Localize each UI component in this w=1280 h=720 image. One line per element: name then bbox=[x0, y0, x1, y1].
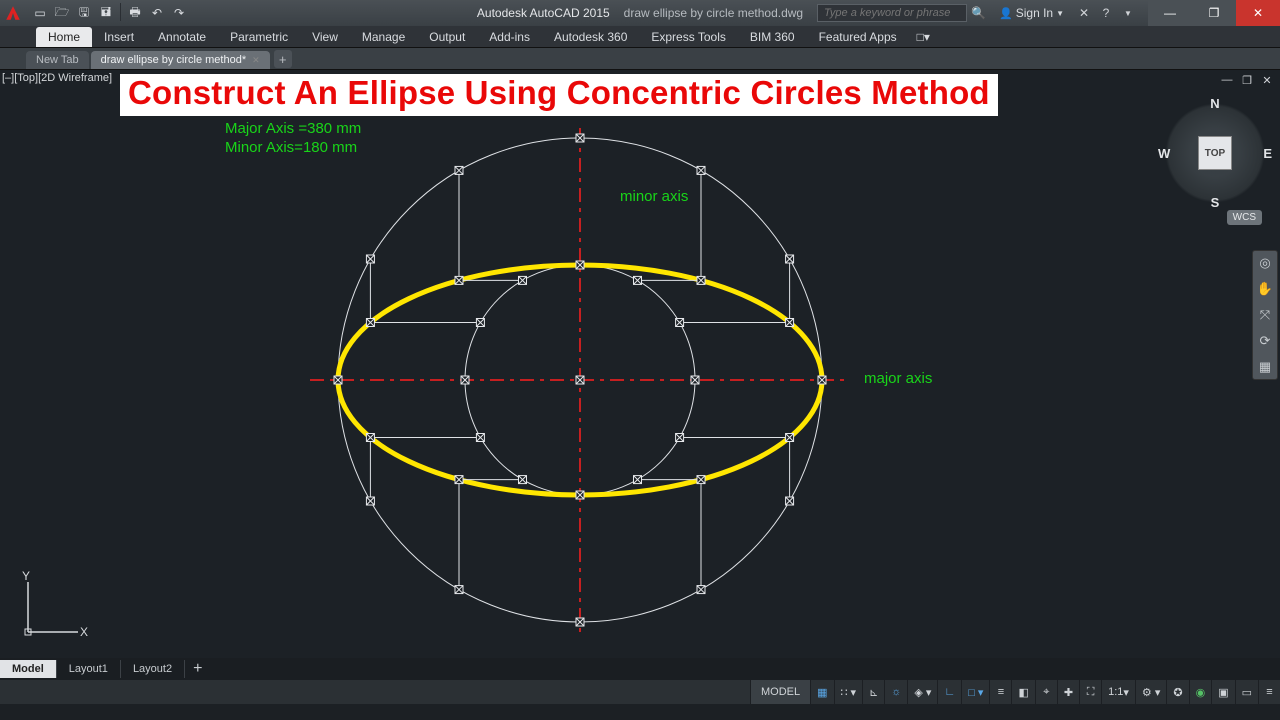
tab-addins[interactable]: Add-ins bbox=[477, 27, 542, 47]
tab-featuredapps[interactable]: Featured Apps bbox=[807, 27, 909, 47]
doc-tab-label: draw ellipse by circle method* bbox=[101, 54, 247, 66]
layout-tabs: Model Layout1 Layout2 + bbox=[0, 658, 1280, 680]
redo-icon[interactable]: ↷ bbox=[169, 3, 189, 23]
viewcube-face[interactable]: TOP bbox=[1198, 136, 1232, 170]
add-layout-button[interactable]: + bbox=[185, 657, 210, 680]
showmotion-icon[interactable]: ▦ bbox=[1259, 359, 1271, 375]
signin-button[interactable]: 👤 Sign In ▼ bbox=[993, 6, 1070, 20]
tab-expresstools[interactable]: Express Tools bbox=[639, 27, 737, 47]
sb-workspace-icon[interactable]: ✪ bbox=[1166, 680, 1188, 704]
minimize-button[interactable]: — bbox=[1148, 0, 1192, 26]
tab-parametric[interactable]: Parametric bbox=[218, 27, 300, 47]
doc-tab-newtab[interactable]: New Tab bbox=[26, 51, 89, 69]
viewcube-north[interactable]: N bbox=[1210, 96, 1219, 111]
sb-otrack-icon[interactable]: □ ▾ bbox=[961, 680, 989, 704]
search-icon[interactable]: 🔍 bbox=[971, 6, 993, 20]
sb-modelspace[interactable]: MODEL bbox=[750, 680, 810, 704]
tab-home[interactable]: Home bbox=[36, 27, 92, 47]
open-icon[interactable]: 🗁 bbox=[52, 3, 72, 23]
svg-text:X: X bbox=[80, 625, 88, 639]
window-title: Autodesk AutoCAD 2015 draw ellipse by ci… bbox=[477, 6, 803, 20]
tab-bim360[interactable]: BIM 360 bbox=[738, 27, 807, 47]
document-tabs: New Tab draw ellipse by circle method* ✕… bbox=[0, 48, 1280, 70]
ucs-icon: X Y bbox=[18, 572, 88, 642]
window-controls: — ❐ ✕ bbox=[1148, 0, 1280, 26]
tab-autodesk360[interactable]: Autodesk 360 bbox=[542, 27, 639, 47]
close-icon[interactable]: ✕ bbox=[252, 55, 260, 66]
status-bar: MODEL ▦ ∷ ▾ ⊾ ☼ ◈ ▾ ∟ □ ▾ ≡ ◧ ⌖ ✚ ⛶ 1:1 … bbox=[0, 680, 1280, 704]
sb-snap-icon[interactable]: ∷ ▾ bbox=[834, 680, 863, 704]
person-icon: 👤 bbox=[999, 7, 1013, 20]
pan-icon[interactable]: ✋ bbox=[1257, 281, 1273, 297]
plot-icon[interactable]: 🖶 bbox=[125, 3, 145, 23]
ribbon-overflow-icon[interactable]: □▾ bbox=[909, 27, 938, 47]
chevron-down-icon: ▼ bbox=[1056, 9, 1064, 18]
tab-manage[interactable]: Manage bbox=[350, 27, 417, 47]
sb-ortho-icon[interactable]: ⊾ bbox=[862, 680, 884, 704]
tab-insert[interactable]: Insert bbox=[92, 27, 146, 47]
viewcube-west[interactable]: W bbox=[1158, 146, 1170, 161]
sb-annomonitor-icon[interactable]: ✚ bbox=[1057, 680, 1079, 704]
sb-customize-icon[interactable]: ≡ bbox=[1258, 680, 1280, 704]
sb-annoscale-icon[interactable]: ⛶ bbox=[1079, 680, 1101, 704]
search-input[interactable] bbox=[817, 4, 967, 22]
model-space[interactable]: [–][Top][2D Wireframe] Construct An Elli… bbox=[0, 70, 1280, 680]
navigation-bar: ◎ ✋ ⤧ ⟳ ▦ bbox=[1252, 250, 1278, 380]
sb-isodraft-icon[interactable]: ◈ ▾ bbox=[907, 680, 937, 704]
sb-cycling-icon[interactable]: ⌖ bbox=[1035, 680, 1057, 704]
infocenter-icons: ✕ ? ▼ bbox=[1070, 3, 1142, 23]
chevron-down-icon[interactable]: ▼ bbox=[1118, 3, 1138, 23]
titlebar: ▭ 🗁 🖫 🖬 🖶 ↶ ↷ Autodesk AutoCAD 2015 draw… bbox=[0, 0, 1280, 26]
sb-scale-button[interactable]: 1:1 ▾ bbox=[1101, 680, 1135, 704]
new-icon[interactable]: ▭ bbox=[30, 3, 50, 23]
svg-text:Y: Y bbox=[22, 569, 30, 583]
save-icon[interactable]: 🖫 bbox=[74, 3, 94, 23]
sb-hardwareaccel-icon[interactable]: ◉ bbox=[1189, 680, 1212, 704]
sb-cleanscreen-icon[interactable]: ▭ bbox=[1235, 680, 1258, 704]
drawing bbox=[0, 70, 1280, 680]
infocenter-search: 🔍 bbox=[817, 4, 993, 22]
doc-tab-label: New Tab bbox=[36, 54, 79, 66]
layout-tab-layout2[interactable]: Layout2 bbox=[121, 660, 185, 678]
maximize-button[interactable]: ❐ bbox=[1192, 0, 1236, 26]
zoom-extents-icon[interactable]: ⤧ bbox=[1260, 307, 1270, 323]
add-tab-button[interactable]: + bbox=[274, 50, 292, 68]
ribbon-tabs: Home Insert Annotate Parametric View Man… bbox=[0, 26, 1280, 48]
steeringwheel-icon[interactable]: ◎ bbox=[1259, 255, 1270, 271]
sb-isolate-icon[interactable]: ▣ bbox=[1211, 680, 1234, 704]
viewcube[interactable]: N S W E TOP bbox=[1160, 98, 1270, 208]
sb-transparency-icon[interactable]: ◧ bbox=[1011, 680, 1034, 704]
viewcube-east[interactable]: E bbox=[1263, 146, 1272, 161]
close-button[interactable]: ✕ bbox=[1236, 0, 1280, 26]
layout-tab-model[interactable]: Model bbox=[0, 660, 57, 678]
tab-output[interactable]: Output bbox=[417, 27, 477, 47]
app-logo[interactable] bbox=[0, 0, 26, 26]
doc-name: draw ellipse by circle method.dwg bbox=[624, 6, 803, 20]
viewcube-south[interactable]: S bbox=[1211, 195, 1220, 210]
wcs-badge[interactable]: WCS bbox=[1227, 210, 1262, 225]
sb-grid-icon[interactable]: ▦ bbox=[810, 680, 833, 704]
signin-label: Sign In bbox=[1016, 6, 1053, 20]
tab-view[interactable]: View bbox=[300, 27, 350, 47]
saveas-icon[interactable]: 🖬 bbox=[96, 3, 116, 23]
undo-icon[interactable]: ↶ bbox=[147, 3, 167, 23]
layout-tab-layout1[interactable]: Layout1 bbox=[57, 660, 121, 678]
orbit-icon[interactable]: ⟳ bbox=[1260, 333, 1271, 349]
sb-lineweight-icon[interactable]: ≡ bbox=[989, 680, 1011, 704]
tab-annotate[interactable]: Annotate bbox=[146, 27, 218, 47]
help-icon[interactable]: ? bbox=[1096, 3, 1116, 23]
sb-osnap-icon[interactable]: ∟ bbox=[937, 680, 961, 704]
exchange-icon[interactable]: ✕ bbox=[1074, 3, 1094, 23]
app-name: Autodesk AutoCAD 2015 bbox=[477, 6, 610, 20]
sb-polar-icon[interactable]: ☼ bbox=[884, 680, 907, 704]
sb-gear-icon[interactable]: ⚙ ▾ bbox=[1135, 680, 1166, 704]
doc-tab-current[interactable]: draw ellipse by circle method* ✕ bbox=[91, 51, 270, 69]
quick-access-toolbar: ▭ 🗁 🖫 🖬 🖶 ↶ ↷ bbox=[26, 3, 193, 23]
